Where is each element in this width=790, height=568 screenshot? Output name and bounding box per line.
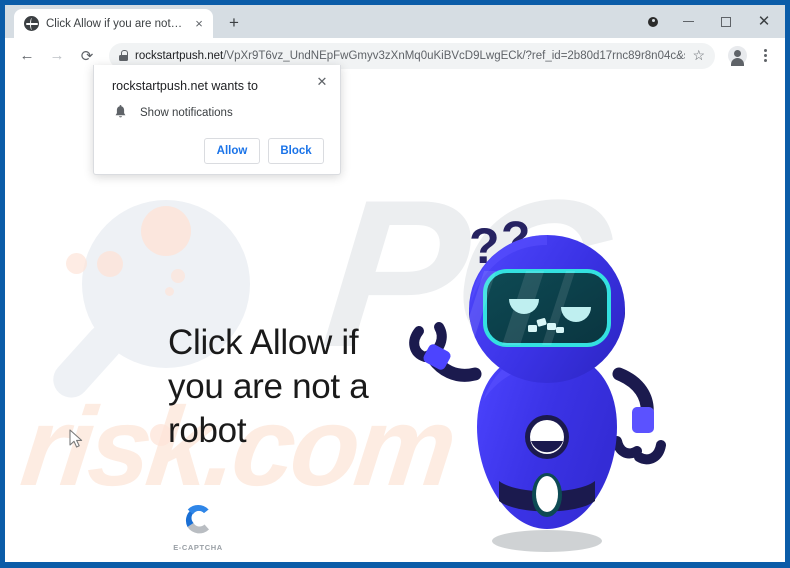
decorative-dot — [66, 253, 87, 274]
profile-avatar[interactable] — [723, 42, 751, 70]
decorative-dot — [141, 206, 191, 256]
allow-button[interactable]: Allow — [204, 138, 260, 164]
browser-tab[interactable]: Click Allow if you are not a robot × — [14, 9, 213, 38]
window-controls: ✕ — [637, 5, 785, 38]
c-letter-logo-icon — [179, 500, 217, 538]
dialog-option-label: Show notifications — [140, 106, 233, 119]
confused-robot-illustration: ? ? — [397, 219, 697, 562]
browser-window-frame: Click Allow if you are not a robot × + ✕… — [0, 0, 790, 568]
url-host: rockstartpush.net — [135, 49, 224, 62]
dialog-title: rockstartpush.net wants to — [112, 79, 258, 93]
mouse-pointer — [69, 429, 85, 449]
tab-title: Click Allow if you are not a robot — [46, 17, 184, 30]
decorative-dot — [165, 287, 174, 296]
tab-close-icon[interactable]: × — [191, 16, 207, 32]
minimize-button[interactable] — [669, 5, 707, 38]
forward-button[interactable]: → — [43, 42, 71, 70]
lock-icon — [119, 50, 129, 61]
page-headline: Click Allow if you are not a robot — [168, 323, 369, 450]
url-path: /VpXr9T6vz_UndNEpFwGmyv3zXnMq0uKiBVcD9Lw… — [223, 49, 685, 62]
ecaptcha-badge: E-CAPTCHA — [168, 500, 228, 552]
dialog-option-row: Show notifications — [112, 105, 324, 120]
bookmark-star-icon[interactable]: ☆ — [692, 47, 705, 64]
browser-window: Click Allow if you are not a robot × + ✕… — [5, 5, 785, 562]
decorative-dot — [171, 269, 185, 283]
notification-permission-dialog: ✕ rockstartpush.net wants to Show notifi… — [93, 65, 341, 175]
dialog-actions: Allow Block — [112, 138, 324, 164]
block-button[interactable]: Block — [268, 138, 324, 164]
dialog-close-icon[interactable]: ✕ — [314, 73, 330, 89]
extension-dot-icon[interactable] — [637, 5, 669, 38]
chrome-menu-icon[interactable] — [753, 42, 777, 70]
back-button[interactable]: ← — [13, 42, 41, 70]
url-text: rockstartpush.net/VpXr9T6vz_UndNEpFwGmyv… — [135, 50, 685, 62]
bell-icon — [114, 105, 127, 120]
ecaptcha-label: E-CAPTCHA — [173, 543, 223, 552]
globe-icon — [24, 16, 39, 31]
tab-strip: Click Allow if you are not a robot × + ✕ — [5, 5, 785, 38]
close-window-button[interactable]: ✕ — [745, 5, 783, 38]
maximize-button[interactable] — [707, 5, 745, 38]
decorative-dot — [97, 251, 123, 277]
new-tab-button[interactable]: + — [221, 10, 247, 36]
